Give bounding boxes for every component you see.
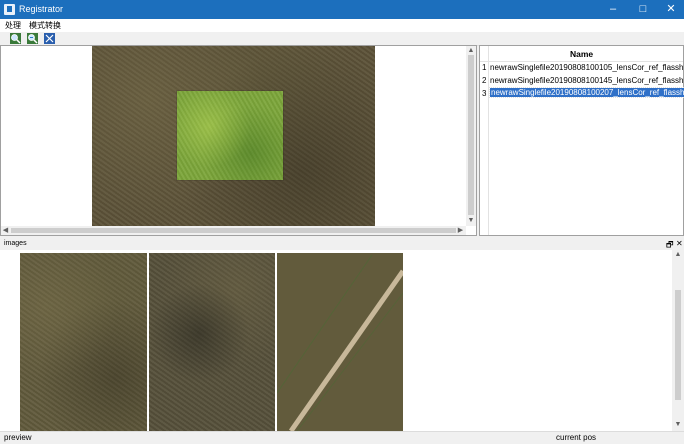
scroll-right-icon[interactable]: ▶ — [456, 226, 465, 235]
dock-title-bar: images 🗗 ✕ — [0, 238, 684, 250]
vertical-scrollbar[interactable]: ▲ ▼ — [466, 46, 476, 226]
menu-bar: 处理 模式转换 — [0, 19, 684, 32]
toolbar — [0, 32, 684, 46]
fit-icon[interactable] — [44, 33, 55, 44]
app-icon — [4, 4, 15, 15]
status-right: current pos — [556, 433, 597, 442]
dock-vertical-scrollbar[interactable]: ▲ ▼ — [672, 250, 684, 431]
scroll-h-thumb[interactable] — [11, 228, 456, 233]
file-table: Name 1 newrawSinglefile20190808100105_le… — [479, 45, 684, 236]
maximize-button[interactable]: □ — [628, 0, 658, 19]
title-bar: Registrator – □ ✕ — [0, 0, 684, 19]
image-thumbnail-1[interactable] — [20, 253, 147, 431]
row-number: 1 — [482, 63, 487, 72]
dock-scroll-up-icon[interactable]: ▲ — [673, 250, 683, 259]
menu-item-process[interactable]: 处理 — [5, 20, 21, 31]
dock-close-icon[interactable]: ✕ — [676, 239, 683, 248]
table-row[interactable]: newrawSinglefile20190808100105_lensCor_r… — [490, 63, 684, 72]
status-bar: preview current pos — [0, 431, 684, 444]
dock-scroll-down-icon[interactable]: ▼ — [673, 420, 683, 429]
menu-item-mode-convert[interactable]: 模式转换 — [29, 20, 61, 31]
scroll-thumb[interactable] — [468, 55, 474, 215]
column-header-name[interactable]: Name — [570, 49, 593, 59]
row-header-divider — [488, 46, 489, 235]
window-title: Registrator — [19, 4, 64, 14]
row-number: 3 — [482, 89, 487, 98]
table-row[interactable]: newrawSinglefile20190808100145_lensCor_r… — [490, 76, 684, 85]
row-number: 2 — [482, 76, 487, 85]
close-button[interactable]: ✕ — [656, 0, 684, 19]
scroll-down-icon[interactable]: ▼ — [466, 216, 476, 225]
status-left: preview — [4, 433, 32, 442]
scroll-left-icon[interactable]: ◀ — [1, 226, 10, 235]
zoom-out-icon[interactable] — [27, 33, 38, 44]
registered-image-overlay — [177, 91, 283, 180]
dock-scroll-thumb[interactable] — [675, 290, 681, 400]
scroll-up-icon[interactable]: ▲ — [466, 46, 476, 55]
horizontal-scrollbar[interactable]: ◀ ▶ — [1, 226, 466, 235]
header-divider — [480, 61, 683, 62]
zoom-in-icon[interactable] — [10, 33, 21, 44]
table-row-selected[interactable]: newrawSinglefile20190808100207_lensCor_r… — [489, 87, 684, 98]
dock-title: images — [4, 240, 27, 247]
image-thumbnail-3[interactable] — [277, 253, 403, 431]
minimize-button[interactable]: – — [598, 0, 628, 19]
image-view[interactable]: ▲ ▼ ◀ ▶ — [0, 45, 477, 236]
image-thumbnail-2[interactable] — [149, 253, 275, 431]
